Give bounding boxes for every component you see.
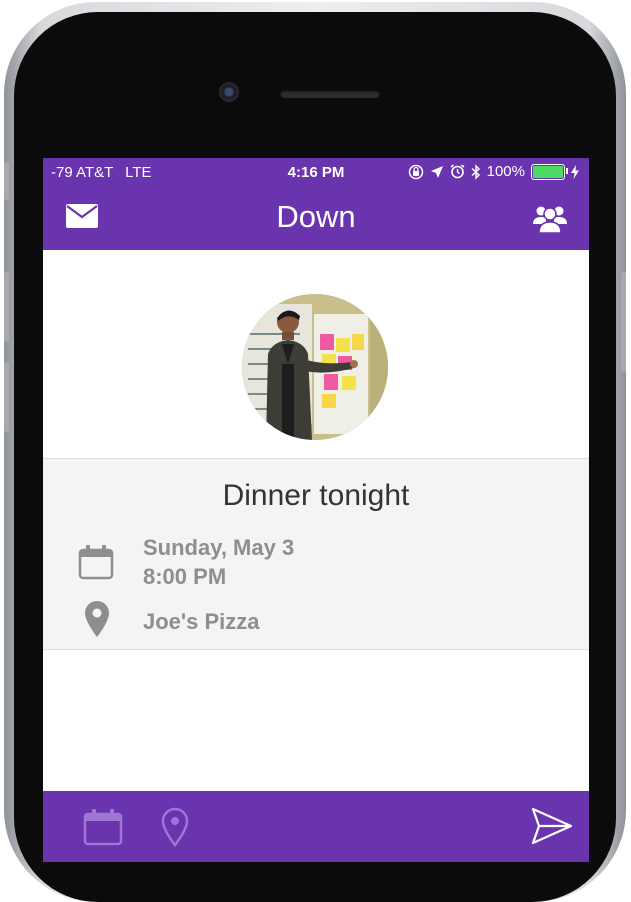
app-screen: -79 AT&T LTE 4:16 PM 100% Down Dinner to… xyxy=(43,158,589,862)
mute-switch xyxy=(4,162,9,200)
calendar-icon xyxy=(78,545,114,580)
power-button xyxy=(621,272,626,372)
event-card[interactable]: Dinner tonight Sunday, May 3 8:00 PM Joe… xyxy=(43,458,589,650)
user-avatar[interactable] xyxy=(242,294,388,440)
location-pin-icon xyxy=(161,807,189,848)
event-time: 8:00 PM xyxy=(143,564,227,589)
event-date-row-icon xyxy=(78,544,114,585)
bottom-toolbar xyxy=(43,791,589,862)
location-arrow-icon xyxy=(430,165,443,178)
battery-icon xyxy=(531,163,568,180)
status-bar: -79 AT&T LTE 4:16 PM 100% xyxy=(43,158,589,188)
volume-down-button xyxy=(4,362,9,432)
alarm-icon xyxy=(450,164,465,179)
event-place-row-icon xyxy=(85,601,109,642)
bottom-location-button[interactable] xyxy=(161,807,189,852)
location-pin-icon xyxy=(85,601,109,637)
bottom-calendar-button[interactable] xyxy=(83,808,123,851)
bluetooth-icon xyxy=(471,163,480,180)
calendar-icon xyxy=(83,809,123,846)
rotation-lock-icon xyxy=(408,164,423,179)
front-camera xyxy=(219,82,239,102)
charging-icon xyxy=(571,164,579,179)
nav-bar: Down xyxy=(43,188,589,250)
event-title: Dinner tonight xyxy=(222,479,410,512)
event-place: Joe's Pizza xyxy=(143,609,260,634)
send-button[interactable] xyxy=(531,807,573,850)
volume-up-button xyxy=(4,272,9,342)
send-icon xyxy=(531,807,573,845)
event-date: Sunday, May 3 xyxy=(143,535,295,560)
friends-button[interactable] xyxy=(533,202,567,239)
avatar-photo xyxy=(242,294,388,440)
earpiece-speaker xyxy=(280,90,380,98)
page-title: Down xyxy=(276,199,356,234)
avatar-section xyxy=(43,250,589,458)
friends-icon xyxy=(533,206,567,234)
battery-percent: 100% xyxy=(486,163,525,180)
battery-level xyxy=(533,165,563,178)
status-indicators: 100% xyxy=(408,163,579,180)
